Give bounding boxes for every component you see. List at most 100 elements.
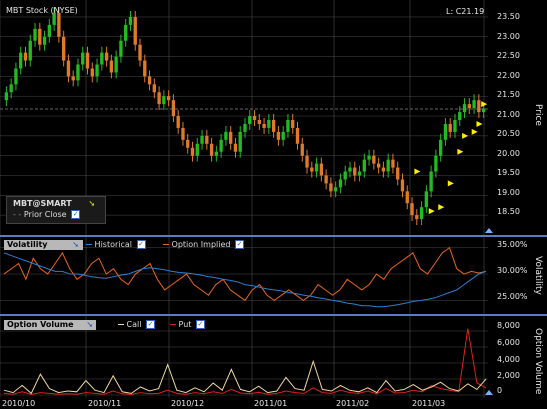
candle-body <box>434 155 438 172</box>
candle-body <box>405 191 409 204</box>
historical-checkbox[interactable]: ✓ <box>136 240 146 249</box>
symbol-legend-box: MBT@SMART ➘ - - Prior Close ✓ <box>6 196 106 224</box>
last-price-label: L: C21.19 <box>446 7 485 16</box>
prior-close-label: Prior Close <box>23 210 67 219</box>
call-checkbox[interactable]: ✓ <box>146 320 156 329</box>
date-tick: 2010/11 <box>88 399 122 408</box>
volatility-tick: 30.00% <box>497 266 528 275</box>
price-tick: 19.50 <box>497 168 520 177</box>
candle-body <box>291 120 295 128</box>
panel-divider[interactable] <box>0 235 547 237</box>
candle-body <box>472 100 476 109</box>
price-tick: 23.00 <box>497 32 520 41</box>
candle-body <box>415 215 419 220</box>
volatility-panel-header[interactable]: Volatility ➘ <box>4 240 83 250</box>
candle-body <box>95 64 99 77</box>
date-tick: 2011/02 <box>336 399 370 408</box>
candle-body <box>477 100 481 113</box>
option-volume-axis-title: Option Volume <box>533 328 543 395</box>
candle-body <box>367 155 371 160</box>
symbol-label[interactable]: MBT@SMART ➘ <box>13 199 95 209</box>
put-legend[interactable]: Put ✓ <box>170 320 205 330</box>
event-marker-icon <box>428 208 435 215</box>
price-tick: 18.50 <box>497 207 520 216</box>
panel-menu-icon[interactable]: ➘ <box>72 240 79 249</box>
price-tick: 21.50 <box>497 90 520 99</box>
candle-body <box>429 171 433 192</box>
candle-body <box>300 143 304 156</box>
price-tick: 20.00 <box>497 149 520 158</box>
price-tick: 23.50 <box>497 12 520 21</box>
candle-body <box>281 131 285 140</box>
line-swatch-icon <box>118 324 124 325</box>
candle-body <box>157 92 161 105</box>
candle-body <box>295 127 300 144</box>
historical-series <box>3 252 487 308</box>
candle-body <box>147 76 152 85</box>
option-volume-panel-header[interactable]: Option Volume ➘ <box>4 320 96 330</box>
panel-divider[interactable] <box>0 314 547 316</box>
option-volume-lines <box>0 328 488 396</box>
candle-body <box>329 183 333 192</box>
candle-body <box>61 36 66 61</box>
candle-body <box>138 44 142 61</box>
candle-body <box>100 52 104 65</box>
date-tick: 2010/10 <box>2 399 36 408</box>
candle-body <box>353 167 357 176</box>
candle-body <box>267 120 271 128</box>
candle-body <box>42 36 47 45</box>
event-marker-icon <box>447 180 454 187</box>
candle-body <box>195 143 199 156</box>
candle-body <box>357 171 362 176</box>
candle-body <box>109 60 114 73</box>
price-tick: 21.00 <box>497 110 520 119</box>
historical-legend[interactable]: Historical ✓ <box>86 240 146 250</box>
panel-menu-icon[interactable]: ➘ <box>86 320 93 329</box>
candle-body <box>372 155 376 164</box>
candle-body <box>152 84 156 93</box>
candle-body <box>238 131 242 152</box>
date-tick: 2011/03 <box>412 399 446 408</box>
event-marker-icon <box>457 148 464 155</box>
candle-body <box>133 16 137 45</box>
line-swatch-icon <box>170 324 176 325</box>
candle-body <box>219 139 223 152</box>
event-marker-icon <box>462 132 469 139</box>
resize-handle-icon[interactable] <box>485 228 493 233</box>
resize-handle-icon[interactable] <box>485 390 493 395</box>
candle-body <box>443 123 448 140</box>
price-tick: 22.00 <box>497 71 520 80</box>
candle-body <box>419 207 424 220</box>
candle-body <box>233 143 238 152</box>
prior-close-legend: - - Prior Close ✓ <box>13 210 81 220</box>
option-volume-tick: 0 <box>497 386 503 395</box>
option-implied-checkbox[interactable]: ✓ <box>235 240 245 249</box>
option-implied-legend[interactable]: Option Implied ✓ <box>163 240 245 250</box>
price-tick: 22.50 <box>497 51 520 60</box>
candle-body <box>424 191 429 208</box>
candle-body <box>19 52 23 69</box>
prior-close-checkbox[interactable]: ✓ <box>71 210 81 219</box>
candle-body <box>76 64 80 81</box>
call-legend[interactable]: Call ✓ <box>118 320 156 330</box>
candle-body <box>28 40 32 61</box>
candle-body <box>176 116 180 128</box>
candle-body <box>104 52 109 61</box>
candle-body <box>310 167 314 172</box>
candle-body <box>90 68 94 77</box>
candle-body <box>305 155 309 168</box>
candle-body <box>229 131 233 144</box>
candle-body <box>166 96 171 101</box>
candle-body <box>400 179 405 192</box>
candle-body <box>200 135 204 144</box>
price-axis-title: Price <box>533 104 543 126</box>
put-checkbox[interactable]: ✓ <box>195 320 205 329</box>
option-volume-tick: 6,000 <box>497 338 520 347</box>
candle-body <box>4 92 9 101</box>
candle-body <box>209 143 214 156</box>
date-tick: 2011/01 <box>254 399 288 408</box>
candle-body <box>47 24 52 37</box>
edit-arrow-icon[interactable]: ➘ <box>88 199 95 208</box>
candle-body <box>343 171 347 180</box>
candle-body <box>214 151 219 156</box>
